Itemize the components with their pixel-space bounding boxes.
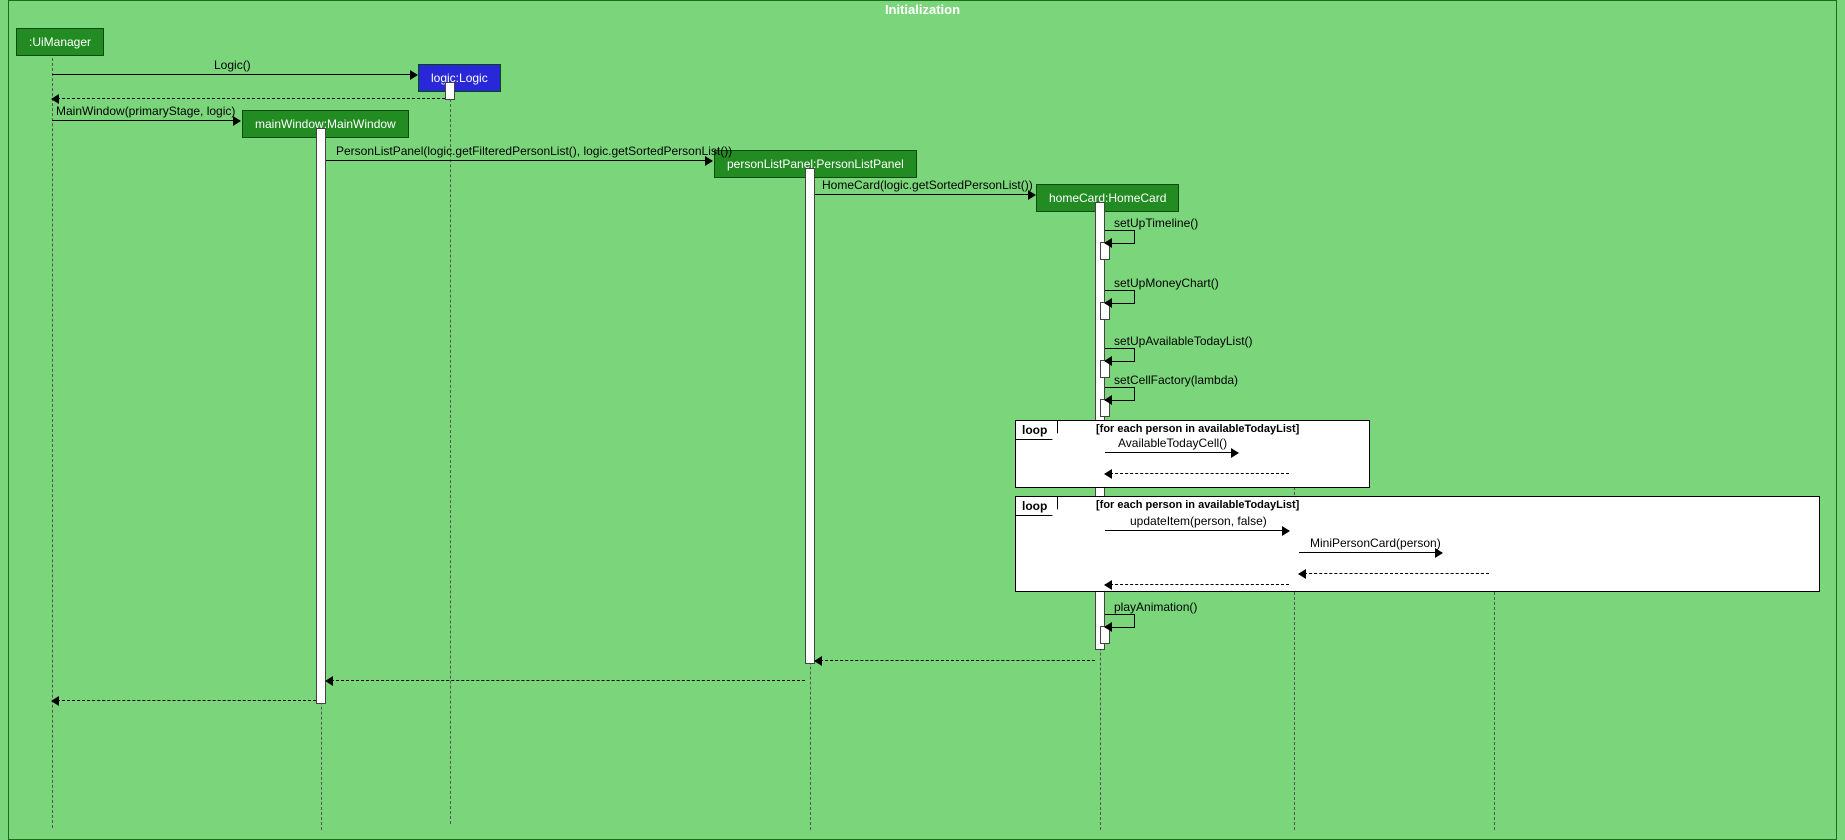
selfmsg-setcellfactory-label: setCellFactory(lambda) <box>1114 373 1238 387</box>
return-personlistpanel <box>326 680 805 681</box>
selfmsg-setupmoneychart-label: setUpMoneyChart() <box>1114 276 1219 290</box>
participant-uimanager: :UiManager <box>16 28 104 56</box>
selfmsg-setuptimeline <box>1105 230 1135 244</box>
msg-updateitem-call <box>1105 530 1289 531</box>
selfmsg-playanimation <box>1105 614 1135 628</box>
msg-minipersoncard-return <box>1299 573 1489 574</box>
selfmsg-setcellfactory <box>1105 387 1135 401</box>
loop-frame-1: loop [for each person in availableTodayL… <box>1015 420 1370 488</box>
msg-logic-label: Logic() <box>214 58 251 72</box>
participant-uimanager-label: :UiManager <box>29 35 91 49</box>
participant-homecard-label: homeCard:HomeCard <box>1049 191 1166 205</box>
msg-minipersoncard-label: MiniPersonCard(person) <box>1310 536 1441 550</box>
return-homecard <box>815 660 1095 661</box>
msg-updateitem-return <box>1105 584 1289 585</box>
participant-homecard: homeCard:HomeCard <box>1036 184 1179 212</box>
loop-guard-2: [for each person in availableTodayList] <box>1096 499 1299 511</box>
selfmsg-setupavailable-label: setUpAvailableTodayList() <box>1114 334 1253 348</box>
msg-personlistpanel-label: PersonListPanel(logic.getFilteredPersonL… <box>336 144 732 158</box>
loop-tag-2: loop <box>1016 497 1058 516</box>
lifeline-uimanager <box>52 48 53 828</box>
activation-mainwindow <box>316 128 326 704</box>
participant-logic: logic:Logic <box>418 64 501 92</box>
lifeline-minipersoncard <box>1494 562 1495 830</box>
activation-logic <box>445 82 455 100</box>
lifeline-logic <box>450 84 451 824</box>
msg-mainwindow-label: MainWindow(primaryStage, logic) <box>56 104 235 118</box>
msg-homecard-label: HomeCard(logic.getSortedPersonList()) <box>822 178 1033 192</box>
selfmsg-playanimation-label: playAnimation() <box>1114 600 1197 614</box>
msg-updateitem-label: updateItem(person, false) <box>1130 514 1267 528</box>
msg-availabletodaycell-return <box>1105 473 1289 474</box>
participant-logic-label: logic:Logic <box>431 71 488 85</box>
participant-personlistpanel: personListPanel:PersonListPanel <box>714 150 917 178</box>
msg-availabletodaycell-label: AvailableTodayCell() <box>1118 436 1227 450</box>
msg-logic-return <box>52 98 445 99</box>
msg-personlistpanel-call <box>326 160 712 161</box>
selfmsg-setuptimeline-label: setUpTimeline() <box>1114 216 1198 230</box>
activation-personlistpanel <box>805 168 815 664</box>
msg-logic-call <box>52 74 417 75</box>
msg-minipersoncard-call <box>1299 552 1442 553</box>
return-mainwindow <box>52 700 316 701</box>
selfmsg-setupavailable <box>1105 348 1135 362</box>
msg-availabletodaycell-call <box>1105 452 1238 453</box>
selfmsg-setupmoneychart <box>1105 290 1135 304</box>
sd-title: Initialization <box>885 2 960 17</box>
msg-mainwindow-call <box>52 120 240 121</box>
msg-homecard-call <box>815 194 1035 195</box>
loop-guard-1: [for each person in availableTodayList] <box>1096 423 1299 435</box>
loop-tag-1: loop <box>1016 421 1058 440</box>
participant-personlistpanel-label: personListPanel:PersonListPanel <box>727 157 904 171</box>
